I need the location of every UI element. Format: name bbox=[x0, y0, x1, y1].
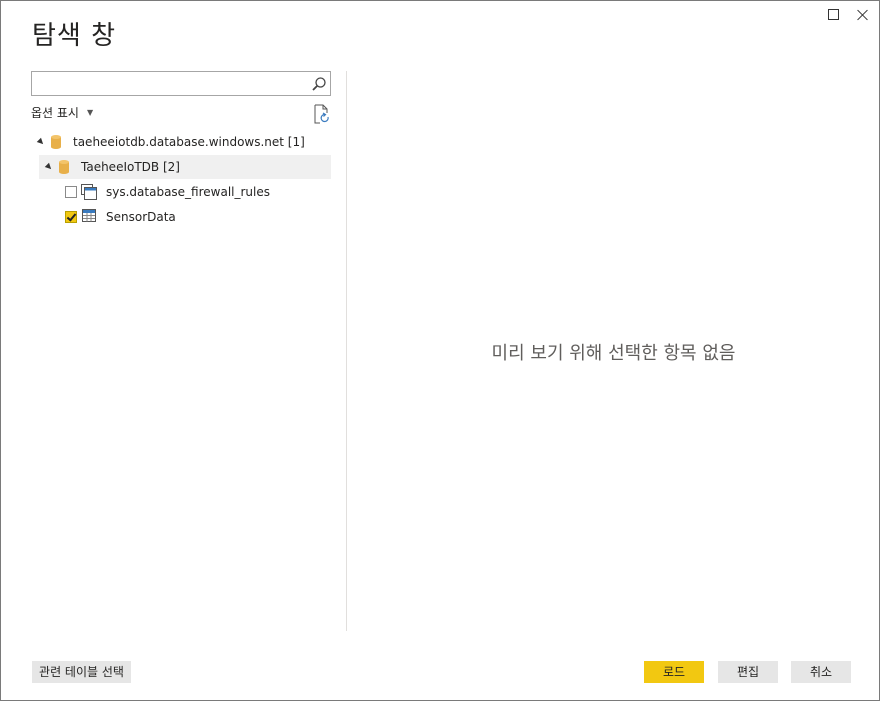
item-label: sys.database_firewall_rules bbox=[106, 185, 271, 199]
tree-row-item[interactable]: sys.database_firewall_rules bbox=[65, 180, 331, 204]
display-options-dropdown[interactable]: 옵션 표시 ▼ bbox=[31, 104, 93, 121]
checkbox[interactable] bbox=[65, 186, 77, 198]
close-icon[interactable] bbox=[855, 7, 873, 25]
database-label: TaeheeIoTDB [2] bbox=[81, 160, 180, 174]
checkbox-checked[interactable] bbox=[65, 211, 77, 223]
server-label: taeheeiotdb.database.windows.net [1] bbox=[73, 135, 305, 149]
tree-row-item[interactable]: SensorData bbox=[65, 205, 331, 229]
navigator-dialog: 탐색 창 옵션 표시 ▼ taeheeiotdb.database.window… bbox=[0, 0, 880, 701]
expand-arrow-icon[interactable] bbox=[44, 162, 54, 172]
maximize-icon[interactable] bbox=[827, 7, 845, 25]
load-button[interactable]: 로드 bbox=[644, 661, 704, 683]
cancel-button[interactable]: 취소 bbox=[791, 661, 851, 683]
expand-arrow-icon[interactable] bbox=[36, 137, 46, 147]
tree-row-database[interactable]: TaeheeIoTDB [2] bbox=[39, 155, 331, 179]
view-icon bbox=[81, 184, 97, 200]
item-label: SensorData bbox=[106, 210, 176, 224]
navigator-left-pane: 옵션 표시 ▼ taeheeiotdb.database.windows.net … bbox=[31, 71, 331, 631]
edit-button[interactable]: 편집 bbox=[718, 661, 778, 683]
refresh-icon[interactable] bbox=[312, 104, 330, 124]
database-server-icon bbox=[51, 135, 61, 149]
search-icon[interactable] bbox=[311, 76, 327, 92]
select-related-tables-button[interactable]: 관련 테이블 선택 bbox=[32, 661, 131, 683]
display-options-label: 옵션 표시 bbox=[31, 106, 79, 120]
search-box[interactable] bbox=[31, 71, 331, 96]
database-icon bbox=[59, 160, 69, 174]
dialog-title: 탐색 창 bbox=[32, 21, 117, 51]
tree-row-server[interactable]: taeheeiotdb.database.windows.net [1] bbox=[31, 130, 331, 154]
table-icon bbox=[82, 209, 96, 222]
search-input[interactable] bbox=[35, 74, 309, 94]
chevron-down-icon: ▼ bbox=[86, 108, 94, 117]
preview-empty-message: 미리 보기 위해 선택한 항목 없음 bbox=[491, 343, 736, 364]
